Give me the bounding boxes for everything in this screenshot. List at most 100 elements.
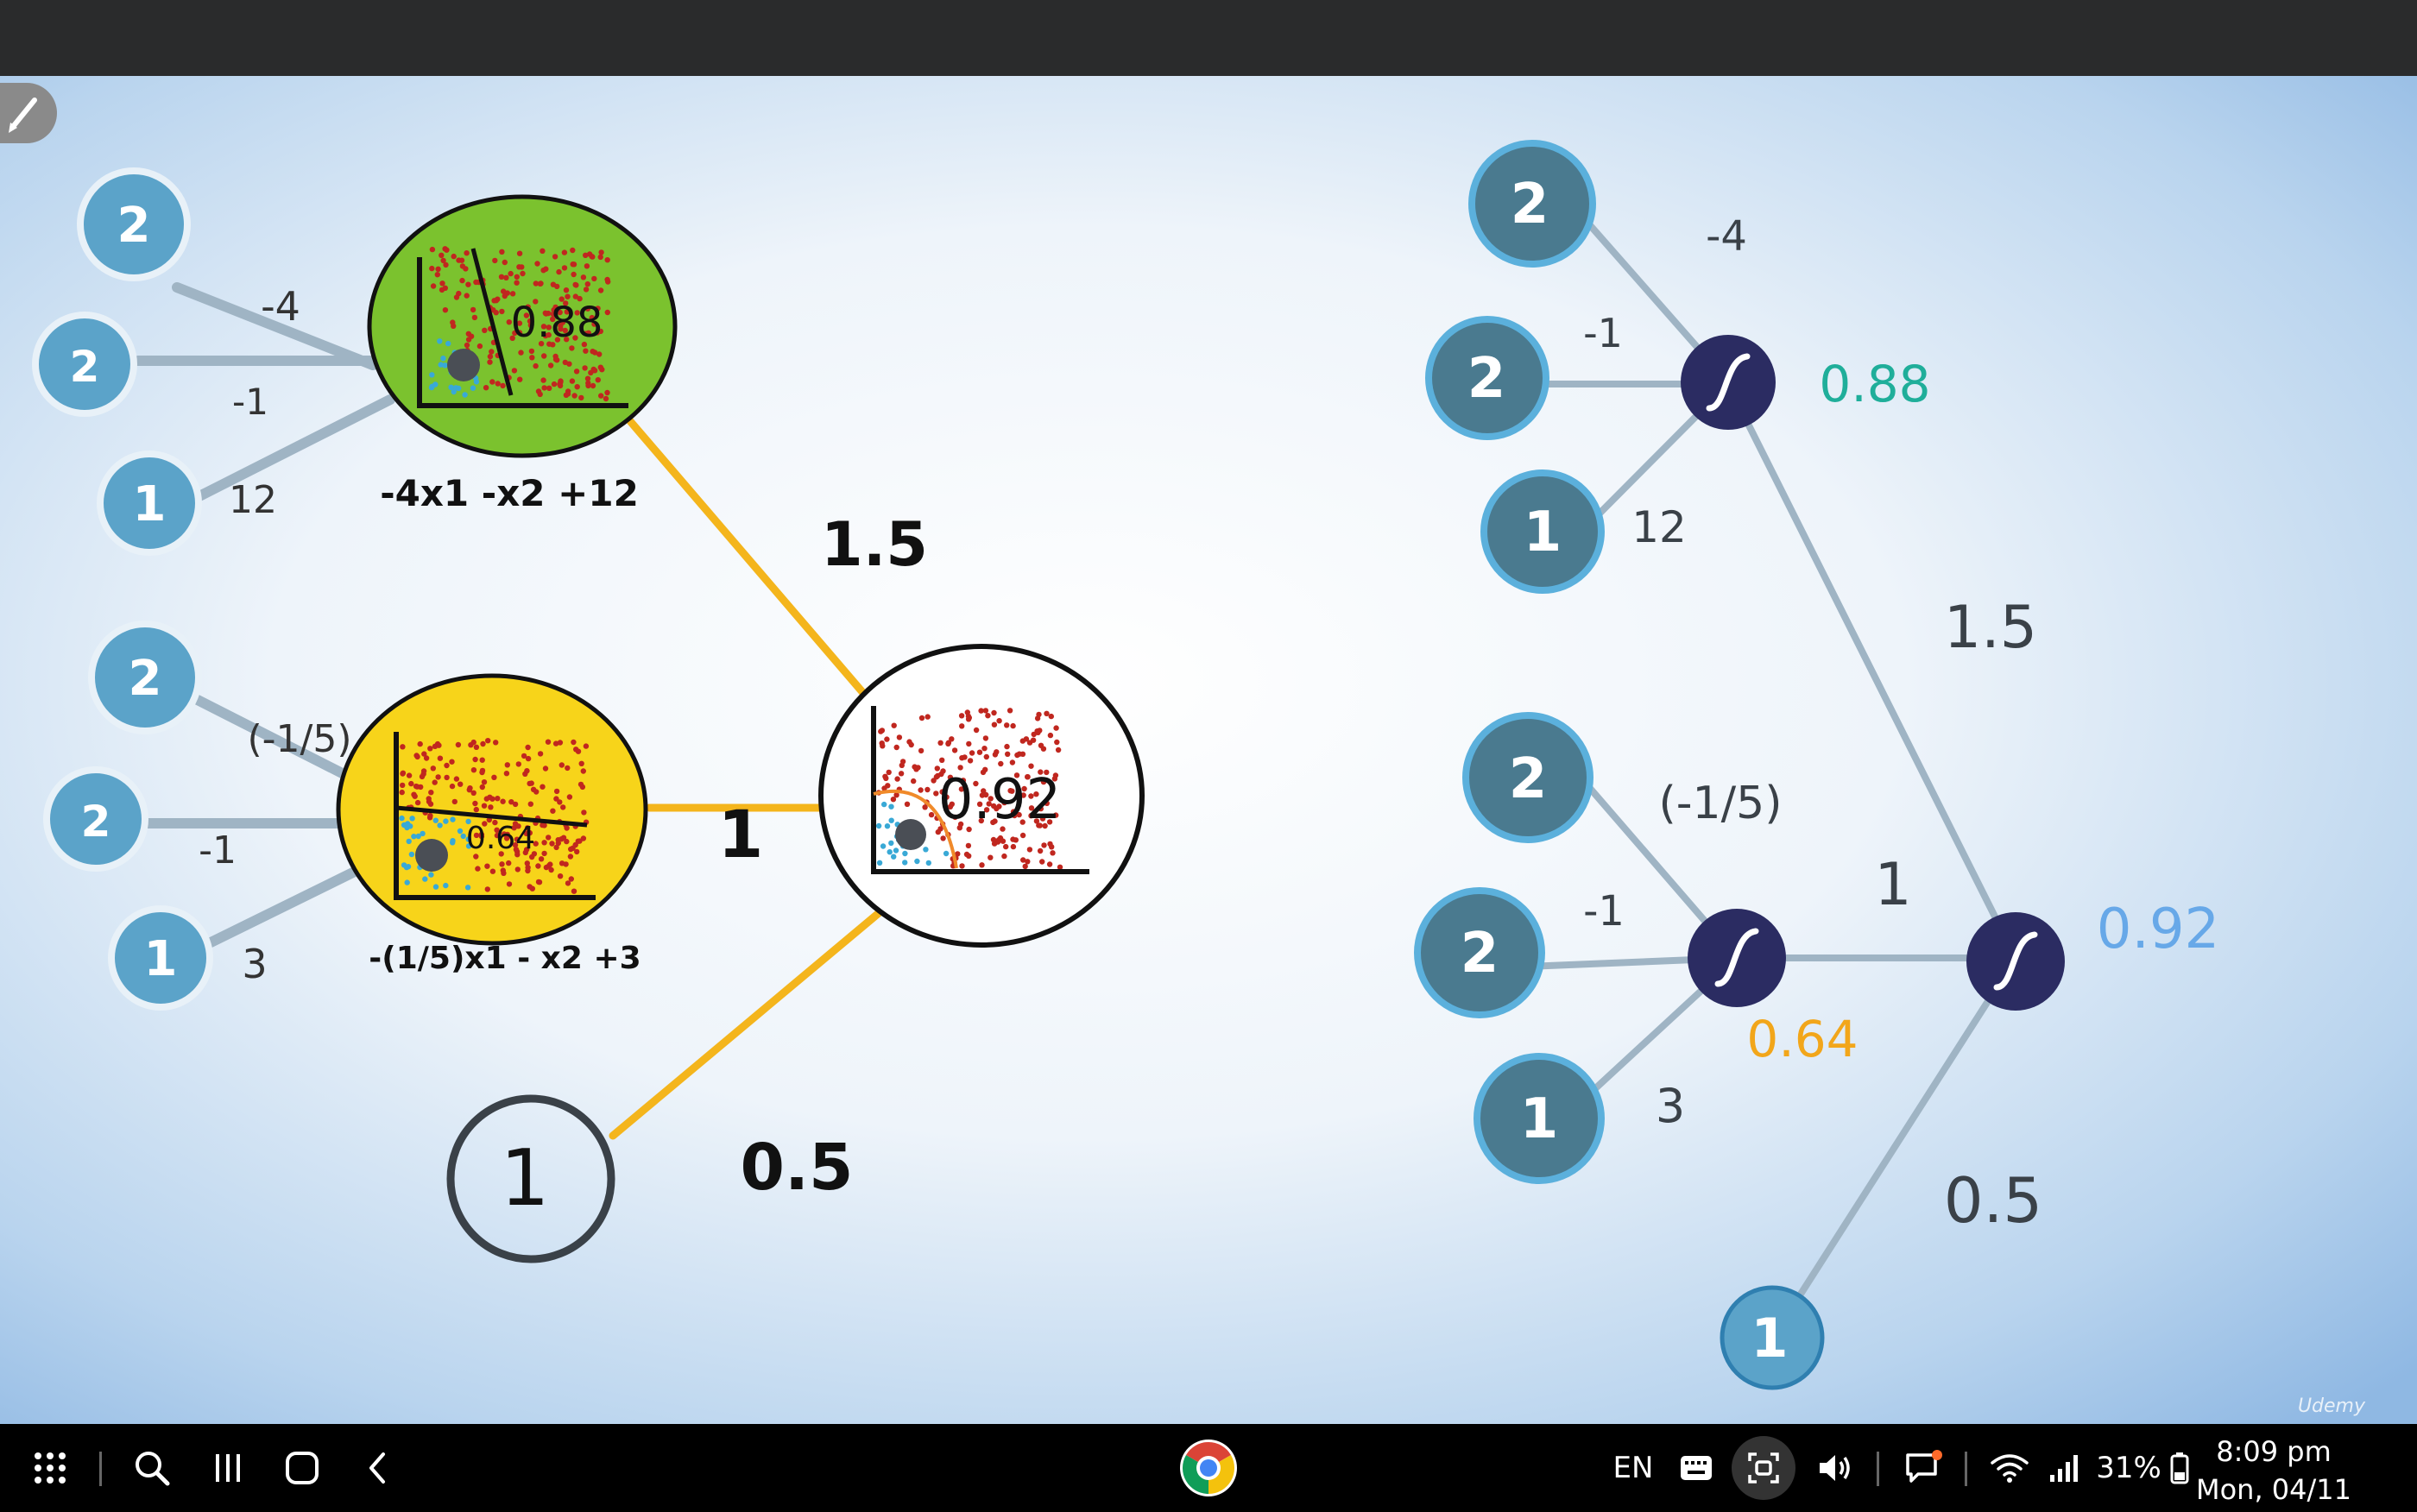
scatter-point	[514, 274, 520, 280]
scatter-point	[1046, 861, 1053, 867]
scatter-point	[473, 744, 480, 750]
scatter-point	[484, 886, 490, 892]
weight-top-3: 12	[229, 478, 277, 522]
scatter-point	[878, 728, 884, 734]
scatter-point	[571, 888, 577, 894]
scatter-point	[988, 854, 994, 860]
scatter-point	[886, 769, 892, 776]
scatter-point	[489, 379, 495, 385]
scatter-point	[429, 265, 435, 272]
scatter-point	[428, 790, 434, 796]
scatter-point	[906, 739, 912, 745]
chrome-icon[interactable]	[1176, 1424, 1241, 1512]
svg-text:1: 1	[1751, 1307, 1788, 1370]
edge-label-middle: 1	[718, 796, 764, 873]
scatter-point	[550, 808, 556, 814]
recents-icon[interactable]	[204, 1424, 252, 1512]
android-taskbar: EN 31% 8:09 pm Mon, 04/11	[0, 1424, 2417, 1512]
scatter-point	[399, 789, 405, 796]
scatter-point	[552, 356, 559, 362]
scatter-point	[547, 861, 553, 867]
scatter-point	[597, 287, 604, 293]
language-indicator[interactable]: EN	[1607, 1424, 1659, 1512]
scatter-point	[464, 885, 471, 891]
back-icon[interactable]	[354, 1424, 402, 1512]
scatter-point	[549, 841, 555, 847]
scatter-point	[509, 291, 516, 297]
scatter-point	[473, 806, 479, 813]
scatter-point	[537, 751, 544, 757]
svg-text:2: 2	[117, 198, 151, 254]
svg-text:1: 1	[1524, 501, 1562, 564]
scatter-point	[1026, 847, 1033, 853]
scatter-point	[535, 863, 541, 869]
notification-icon[interactable]	[1899, 1424, 1947, 1512]
left-top-input-3: 1	[97, 450, 202, 556]
scatter-point	[569, 378, 576, 384]
wifi-icon[interactable]	[1985, 1424, 2034, 1512]
scatter-point	[479, 769, 485, 776]
svg-text:1: 1	[133, 476, 167, 532]
scatter-point	[914, 858, 920, 865]
signal-icon	[2046, 1424, 2086, 1512]
apps-grid-icon[interactable]	[26, 1424, 74, 1512]
clock[interactable]: 8:09 pm Mon, 04/11	[2179, 1433, 2369, 1509]
scatter-point	[937, 740, 943, 746]
scatter-point	[562, 359, 568, 366]
scatter-point	[541, 385, 547, 391]
scatter-point	[514, 866, 521, 873]
scatter-point	[561, 249, 568, 255]
scatter-point	[459, 277, 465, 284]
scatter-point	[572, 841, 578, 848]
left-output-perceptron: 0.92	[818, 644, 1145, 948]
scatter-point	[405, 864, 412, 870]
edit-pencil-button[interactable]	[0, 83, 57, 143]
taskbar-divider	[1877, 1452, 1879, 1486]
scatter-point	[581, 810, 587, 816]
bottom-perceptron-value: 0.64	[466, 821, 535, 856]
video-frame: 0.88 -4x1 -x2 +12 0.64 -(1/5)x1 - x2 +3 …	[0, 76, 2417, 1424]
home-icon[interactable]	[278, 1424, 326, 1512]
scatter-point	[898, 771, 905, 777]
scatter-point	[893, 744, 899, 751]
scatter-point	[449, 759, 455, 765]
scatter-point	[550, 281, 557, 287]
right-top-input-3: 1	[1480, 469, 1605, 594]
scatter-point	[891, 722, 897, 728]
weight-top-2: -1	[232, 381, 268, 423]
scatter-point	[1023, 736, 1030, 742]
scatter-point	[473, 379, 480, 385]
scatter-point	[990, 836, 997, 843]
scatter-point	[400, 782, 406, 789]
scatter-point	[537, 391, 543, 398]
scatter-point	[604, 276, 610, 283]
scatter-point	[884, 823, 891, 829]
left-mid-input-2: 2	[43, 766, 148, 872]
scatter-point	[583, 252, 589, 258]
r-weight-mid-1: (-1/5)	[1658, 778, 1782, 829]
scatter-point	[491, 774, 497, 780]
scatter-point	[570, 247, 576, 254]
weight-mid-1: (-1/5)	[247, 717, 351, 761]
scatter-point	[552, 254, 558, 260]
scatter-point	[578, 760, 584, 766]
scatter-point	[1007, 708, 1013, 714]
scatter-point	[506, 860, 512, 866]
scatter-point	[557, 382, 564, 389]
sigmoid-node-bottom	[1688, 909, 1786, 1007]
screen-capture-icon[interactable]	[1731, 1424, 1796, 1512]
scatter-point	[499, 308, 505, 315]
keyboard-icon[interactable]	[1675, 1424, 1718, 1512]
scatter-point	[451, 798, 458, 805]
scatter-point	[893, 847, 899, 854]
scatter-point	[444, 762, 450, 769]
scatter-point	[1054, 739, 1060, 746]
scatter-point	[902, 850, 908, 857]
volume-icon[interactable]	[1811, 1424, 1859, 1512]
scatter-point	[400, 770, 407, 776]
search-icon[interactable]	[128, 1424, 176, 1512]
scatter-point	[499, 861, 505, 867]
scatter-point	[553, 796, 559, 802]
scatter-point	[540, 784, 546, 790]
r-weight-mid-2: -1	[1583, 887, 1625, 936]
